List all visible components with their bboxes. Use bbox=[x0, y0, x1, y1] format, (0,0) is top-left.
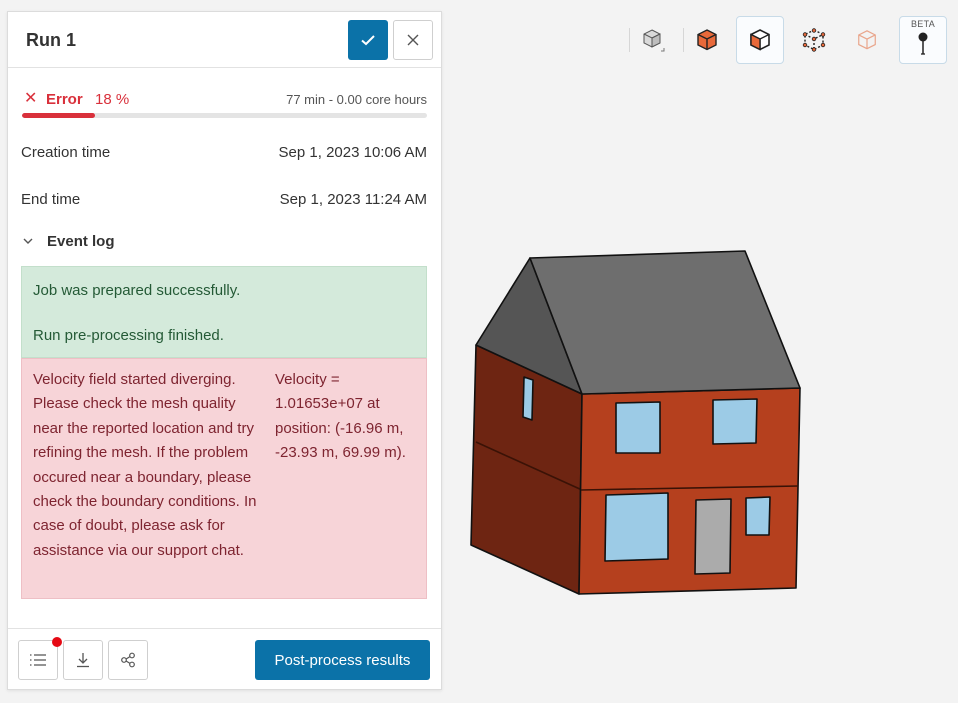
end-time-value: Sep 1, 2023 11:24 AM bbox=[279, 191, 427, 208]
run-panel: Run 1 ✕ Error 18 % 77 min - 0.00 core ho… bbox=[7, 11, 442, 690]
vertex-select-button[interactable] bbox=[843, 16, 891, 64]
solid-select-button[interactable] bbox=[683, 16, 731, 64]
share-icon bbox=[121, 652, 135, 668]
check-icon bbox=[361, 35, 375, 46]
error-x-icon: ✕ bbox=[24, 90, 38, 107]
probe-point-button[interactable]: BETA bbox=[899, 16, 947, 64]
probe-point-icon bbox=[918, 32, 928, 55]
house-model[interactable] bbox=[442, 80, 958, 703]
share-button[interactable] bbox=[108, 640, 148, 680]
post-process-button[interactable]: Post-process results bbox=[255, 640, 430, 680]
creation-time-row: Creation time Sep 1, 2023 10:06 AM bbox=[21, 144, 427, 166]
progress-bar bbox=[22, 113, 427, 118]
event-log-label: Event log bbox=[47, 233, 115, 250]
solid-select-icon bbox=[697, 29, 717, 51]
beta-badge: BETA bbox=[910, 19, 936, 29]
chevron-down-icon bbox=[23, 238, 33, 244]
creation-time-value: Sep 1, 2023 10:06 AM bbox=[278, 144, 427, 161]
close-button[interactable] bbox=[393, 20, 433, 60]
window bbox=[615, 401, 661, 454]
list-icon bbox=[30, 654, 46, 666]
house-front-wall bbox=[578, 387, 801, 595]
error-message: Velocity field started diverging. Please… bbox=[33, 371, 257, 559]
end-time-label: End time bbox=[21, 191, 81, 208]
run-duration: 77 min - 0.00 core hours bbox=[286, 92, 427, 107]
face-select-icon bbox=[750, 29, 770, 51]
panel-footer: Post-process results bbox=[8, 628, 441, 690]
edge-select-icon bbox=[802, 28, 826, 52]
door bbox=[694, 498, 732, 575]
panel-title: Run 1 bbox=[26, 30, 77, 50]
vertex-select-icon bbox=[858, 30, 876, 50]
log-success-block: Job was prepared successfully. Run pre-p… bbox=[21, 266, 427, 358]
download-button[interactable] bbox=[63, 640, 103, 680]
view-cube-icon bbox=[643, 29, 665, 52]
log-error-block: Velocity field started diverging. Please… bbox=[21, 358, 427, 599]
window bbox=[604, 492, 669, 562]
status-label: Error bbox=[46, 91, 83, 108]
close-icon bbox=[407, 34, 419, 46]
log-list-button[interactable] bbox=[18, 640, 58, 680]
creation-time-label: Creation time bbox=[21, 144, 111, 161]
window bbox=[712, 398, 758, 445]
window bbox=[745, 496, 771, 536]
view-cube-button[interactable] bbox=[628, 16, 676, 64]
run-status: ✕ Error 18 % 77 min - 0.00 core hours bbox=[22, 90, 427, 110]
3d-viewport[interactable] bbox=[442, 80, 958, 703]
progress-fill bbox=[22, 113, 95, 118]
download-icon bbox=[77, 653, 89, 668]
face-select-button[interactable] bbox=[736, 16, 784, 64]
confirm-button[interactable] bbox=[348, 20, 388, 60]
panel-header: Run 1 bbox=[8, 12, 441, 68]
side-window bbox=[522, 376, 534, 421]
log-message: Run pre-processing finished. bbox=[33, 327, 224, 344]
notification-dot bbox=[52, 637, 62, 647]
error-detail: Velocity = 1.01653e+07 at position: (-16… bbox=[275, 371, 406, 462]
log-message: Job was prepared successfully. bbox=[33, 282, 241, 299]
edge-select-button[interactable] bbox=[790, 16, 838, 64]
status-percent: 18 % bbox=[95, 91, 130, 108]
end-time-row: End time Sep 1, 2023 11:24 AM bbox=[21, 191, 427, 213]
